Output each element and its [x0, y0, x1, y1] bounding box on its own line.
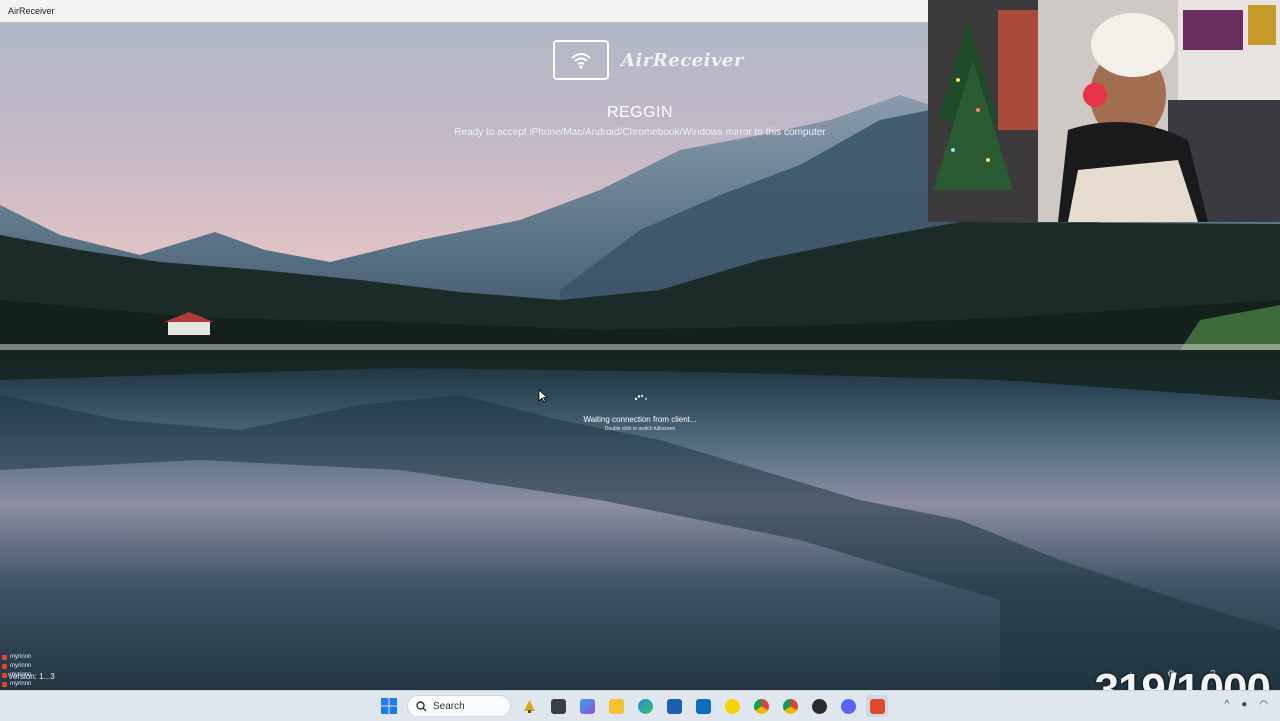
wifi-icon [553, 40, 609, 80]
edge-icon [637, 698, 653, 714]
chat-badge-icon [2, 664, 7, 669]
task-view-button[interactable] [547, 695, 569, 717]
chrome-alt-button[interactable] [779, 695, 801, 717]
airreceiver-taskbar-button[interactable] [866, 695, 888, 717]
norton-button[interactable] [721, 695, 743, 717]
norton-icon [724, 698, 740, 714]
mouse-cursor-icon [538, 389, 548, 403]
chevron-up-icon[interactable]: ^ [1225, 699, 1230, 710]
stream-chat: myrinnn myrinnn myrinnn myrinnn [2, 653, 31, 689]
waiting-connection-text: Waiting connection from client... [583, 415, 697, 424]
obs-icon [811, 698, 827, 714]
start-button[interactable] [378, 695, 400, 717]
calculator-icon [666, 698, 682, 714]
chrome-icon [753, 698, 769, 714]
chat-message: myrinnn [2, 662, 31, 671]
calculator-button[interactable] [663, 695, 685, 717]
webcam-feed [928, 0, 1280, 222]
outlook-button[interactable] [692, 695, 714, 717]
chrome-button[interactable] [750, 695, 772, 717]
system-tray: ^ ● ◠ [1225, 699, 1268, 710]
webcam-overlay [928, 0, 1280, 222]
file-explorer-icon [608, 698, 624, 714]
discord-icon [840, 698, 856, 714]
brand-name: AirReceiver [621, 49, 744, 71]
microphone-icon[interactable]: ● [1241, 699, 1247, 710]
chat-message: myrinnn [2, 653, 31, 662]
pinned-app-button[interactable] [518, 695, 540, 717]
airreceiver-icon [869, 698, 885, 714]
windows-icon [381, 698, 397, 714]
store-button[interactable] [576, 695, 598, 717]
task-view-icon [550, 698, 566, 714]
chat-badge-icon [2, 673, 7, 678]
store-icon [579, 698, 595, 714]
search-placeholder: Search [433, 700, 465, 712]
taskbar: Search ^ ● ◠ [0, 690, 1280, 721]
wifi-tray-icon[interactable]: ◠ [1259, 699, 1268, 710]
chrome-alt-icon [782, 698, 798, 714]
obs-button[interactable] [808, 695, 830, 717]
outlook-icon [695, 698, 711, 714]
search-icon [416, 700, 427, 711]
window-title: AirReceiver [8, 6, 55, 16]
version-label: Version: 1...3 [8, 672, 55, 681]
file-explorer-button[interactable] [605, 695, 627, 717]
chat-badge-icon [2, 682, 7, 687]
discord-button[interactable] [837, 695, 859, 717]
chat-message: myrinnn [2, 680, 31, 689]
chat-badge-icon [2, 655, 7, 660]
taskbar-search[interactable]: Search [407, 695, 511, 717]
loading-spinner-icon [634, 394, 648, 401]
fullscreen-hint-text: Double click to switch fullscreen [604, 426, 676, 432]
airreceiver-logo: AirReceiver [553, 40, 744, 80]
pinned-app-icon [523, 699, 535, 713]
taskbar-apps: Search [378, 695, 888, 717]
edge-button[interactable] [634, 695, 656, 717]
